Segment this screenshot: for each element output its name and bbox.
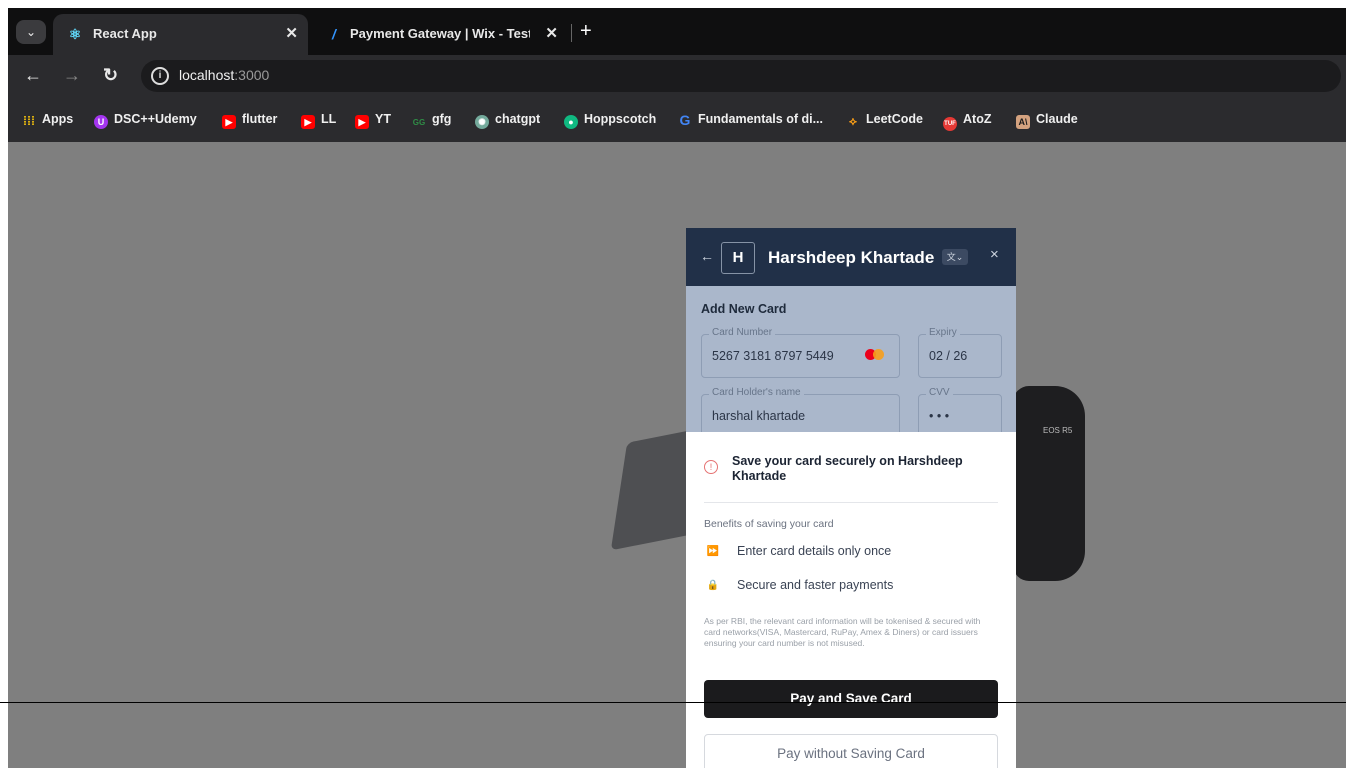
react-icon: ⚛: [68, 26, 82, 42]
card-form: Add New Card Card Number 5267 3181 8797 …: [686, 286, 1016, 438]
back-icon[interactable]: ←: [700, 248, 714, 264]
checkout-modal: ← H Harshdeep Khartade 文⌄ × Add New Card…: [686, 228, 1016, 768]
camera-brand-text: EOS R5: [1043, 426, 1073, 435]
benefit-item: ⏩ Enter card details only once: [704, 542, 998, 562]
field-label: Card Holder's name: [709, 387, 804, 398]
browser-chrome: ⌄ ⚛ React App ✕ / Payment Gateway | Wix …: [8, 8, 1346, 142]
tab-payment-gateway[interactable]: / Payment Gateway | Wix - Test ✕: [318, 14, 568, 55]
forward-icon[interactable]: →: [63, 65, 81, 85]
alert-icon: !: [704, 460, 718, 474]
hoppscotch-icon: ●: [564, 115, 578, 129]
pay-and-save-card-button[interactable]: Pay and Save Card: [704, 680, 998, 718]
merchant-logo: H: [721, 242, 755, 274]
checkout-header: ← H Harshdeep Khartade 文⌄ ×: [686, 228, 1016, 286]
navigation-bar: ← → ↻ i localhost:3000: [8, 55, 1346, 99]
bookmark-leetcode[interactable]: ⟡ LeetCode: [846, 112, 923, 128]
language-selector-icon[interactable]: 文⌄: [942, 249, 968, 265]
tab-react-app[interactable]: ⚛ React App ✕: [53, 14, 308, 55]
bookmark-fundamentals[interactable]: G Fundamentals of di...: [678, 112, 823, 127]
youtube-icon: ▶: [355, 115, 369, 129]
close-icon[interactable]: ×: [990, 246, 999, 263]
fast-forward-icon: ⏩: [706, 546, 720, 557]
bookmark-claude[interactable]: A\ Claude: [1016, 112, 1078, 129]
cvv-input[interactable]: • • •: [929, 409, 949, 423]
bookmark-apps[interactable]: ⁞⁞⁞ Apps: [22, 112, 73, 128]
bookmark-atoz[interactable]: TUF AtoZ: [943, 112, 991, 131]
bookmark-yt[interactable]: ▶ YT: [355, 112, 391, 129]
benefit-text: Enter card details only once: [737, 544, 892, 558]
apps-grid-icon: ⁞⁞⁞: [23, 114, 35, 128]
horizontal-line: [0, 702, 1346, 703]
pay-without-saving-card-button[interactable]: Pay without Saving Card: [704, 734, 998, 768]
card-number-input[interactable]: 5267 3181 8797 5449: [712, 349, 834, 363]
close-tab-icon[interactable]: ✕: [285, 24, 298, 42]
anthropic-icon: A\: [1016, 115, 1030, 129]
close-tab-icon[interactable]: ✕: [545, 24, 558, 42]
divider: [704, 502, 998, 503]
merchant-name: Harshdeep Khartade: [768, 248, 935, 267]
lock-icon: 🔒: [706, 580, 720, 591]
back-icon[interactable]: ←: [24, 65, 42, 85]
tab-title: React App: [93, 26, 157, 41]
bookmarks-bar: ⁞⁞⁞ Apps U DSC++Udemy ▶ flutter ▶ LL ▶ YT GG g…: [8, 99, 1346, 142]
google-icon: G: [679, 112, 691, 128]
leetcode-icon: ⟡: [849, 114, 857, 128]
chatgpt-icon: ✺: [475, 115, 489, 129]
address-text: localhost:3000: [179, 67, 270, 83]
camera-image: EOS R5: [1013, 386, 1085, 581]
udemy-icon: U: [94, 115, 108, 129]
benefit-text: Secure and faster payments: [737, 578, 894, 592]
bookmark-ll[interactable]: ▶ LL: [301, 112, 336, 129]
rbi-note: As per RBI, the relevant card informatio…: [704, 616, 981, 648]
site-info-icon[interactable]: i: [151, 67, 169, 85]
tab-separator: [571, 24, 572, 42]
tab-bar: ⌄ ⚛ React App ✕ / Payment Gateway | Wix …: [8, 8, 1346, 55]
bookmark-flutter[interactable]: ▶ flutter: [222, 112, 277, 129]
save-card-sheet: ! Save your card securely on Harshdeep K…: [686, 432, 1016, 768]
tab-title: Payment Gateway | Wix - Test: [350, 26, 530, 41]
field-label: Card Number: [709, 327, 776, 338]
mastercard-icon: [865, 349, 887, 361]
bookmark-hoppscotch[interactable]: ● Hoppscotch: [564, 112, 656, 129]
reload-icon[interactable]: ↻: [103, 65, 118, 85]
card-number-field[interactable]: Card Number 5267 3181 8797 5449: [701, 327, 900, 378]
gfg-icon: GG: [412, 118, 426, 127]
save-card-text: Save your card securely on Harshdeep Kha…: [732, 454, 963, 483]
bookmark-gfg[interactable]: GG gfg: [412, 112, 452, 130]
address-bar[interactable]: i localhost:3000: [141, 60, 1341, 92]
form-title: Add New Card: [701, 302, 787, 316]
benefits-title: Benefits of saving your card: [704, 518, 834, 530]
page-overlay: EOS R5 ← H Harshdeep Khartade 文⌄ × Add N…: [8, 142, 1346, 768]
field-label: CVV: [926, 387, 953, 398]
bookmark-chatgpt[interactable]: ✺ chatgpt: [475, 112, 540, 129]
youtube-icon: ▶: [301, 115, 315, 129]
benefit-item: 🔒 Secure and faster payments: [704, 576, 998, 596]
new-tab-icon[interactable]: +: [580, 21, 592, 41]
youtube-icon: ▶: [222, 115, 236, 129]
razorpay-icon: /: [332, 26, 336, 42]
card-holder-input[interactable]: harshal khartade: [712, 409, 805, 423]
tab-search-button[interactable]: ⌄: [16, 20, 46, 44]
field-label: Expiry: [926, 327, 960, 338]
expiry-input[interactable]: 02 / 26: [929, 349, 967, 363]
expiry-field[interactable]: Expiry 02 / 26: [918, 327, 1002, 378]
tuf-icon: TUF: [943, 117, 957, 131]
bookmark-udemy[interactable]: U DSC++Udemy: [94, 112, 197, 129]
